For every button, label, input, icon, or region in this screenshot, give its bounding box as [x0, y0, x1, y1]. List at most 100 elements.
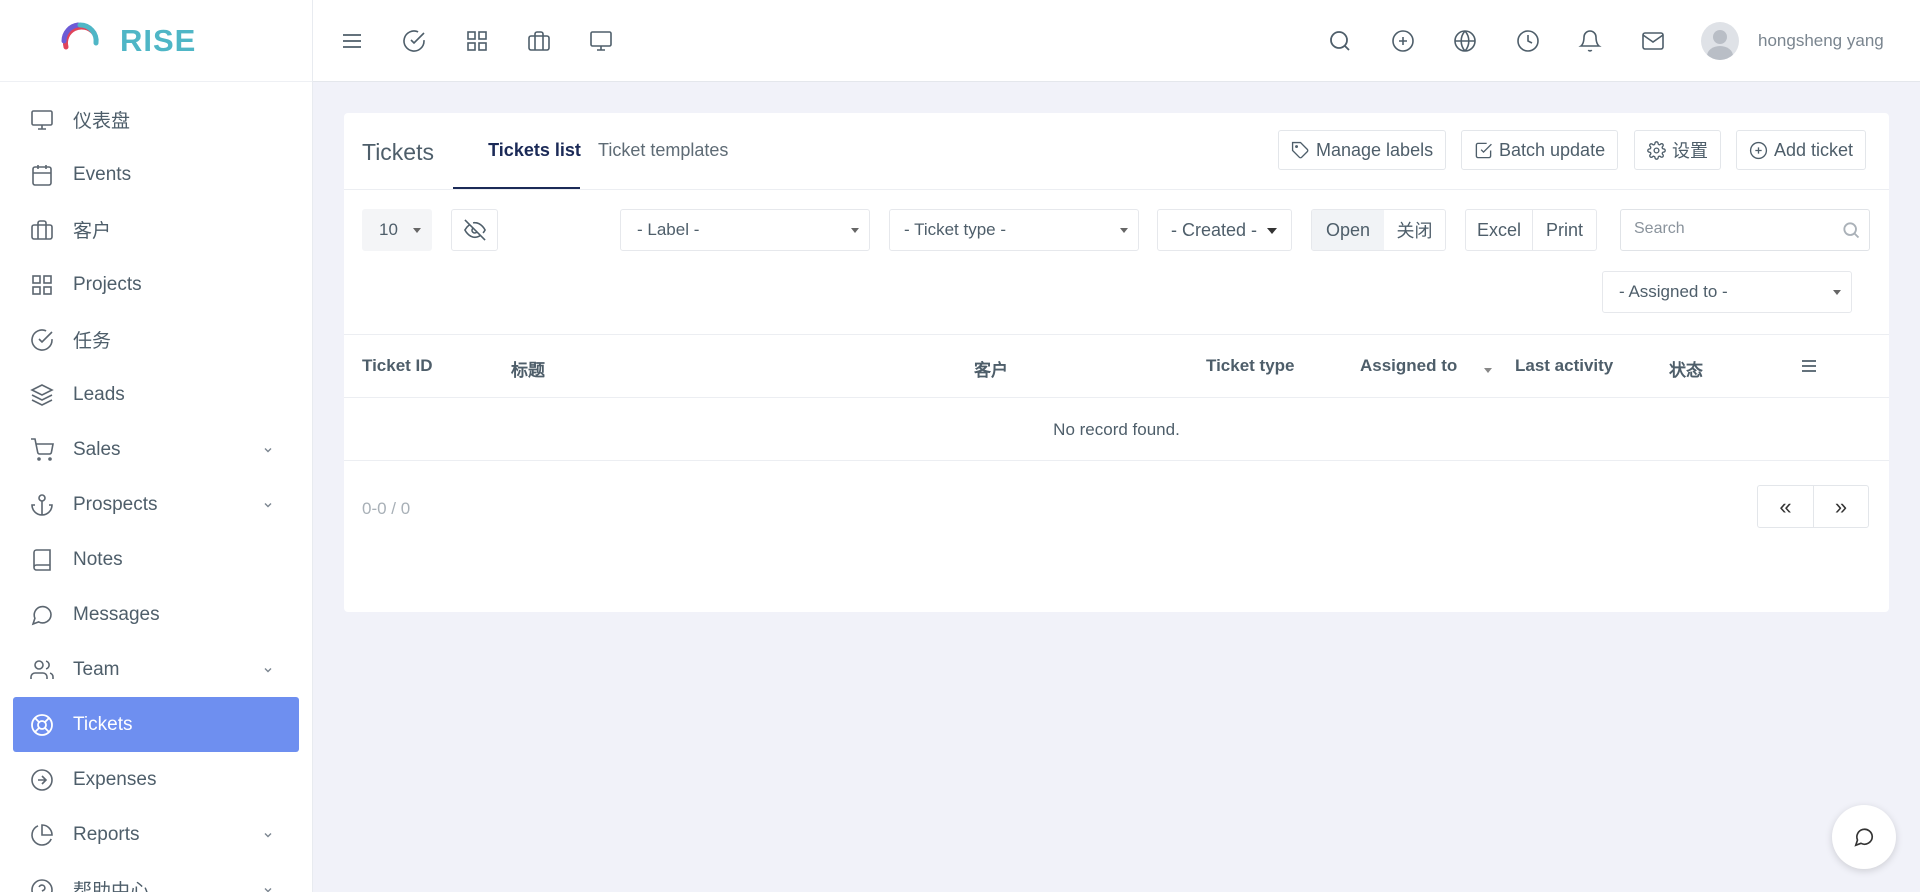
sidebar-item-reports[interactable]: Reports	[0, 807, 312, 862]
pie-chart-icon	[31, 823, 53, 846]
column-header-status[interactable]: 状态	[1669, 356, 1703, 381]
ticket-type-filter-select[interactable]: - Ticket type -	[889, 209, 1139, 251]
sidebar-item-team[interactable]: Team	[0, 642, 312, 697]
grid-icon[interactable]	[465, 29, 489, 53]
sidebar-item-label: Leads	[73, 383, 125, 405]
sidebar-item-label: Prospects	[73, 493, 158, 515]
sidebar-item-events[interactable]: Events	[0, 147, 312, 202]
sidebar-item-sales[interactable]: Sales	[0, 422, 312, 477]
column-header-client[interactable]: 客户	[974, 356, 1008, 381]
tab-ticket-templates[interactable]: Ticket templates	[598, 140, 728, 161]
sidebar-item-help[interactable]: 帮助中心	[0, 862, 312, 892]
chevron-down-icon	[264, 888, 272, 892]
status-closed-button[interactable]: 关闭	[1384, 210, 1445, 250]
caret-down-icon	[1120, 228, 1128, 233]
column-header-ticket-type[interactable]: Ticket type	[1206, 356, 1295, 376]
created-filter-dropdown[interactable]: - Created -	[1157, 209, 1292, 251]
globe-icon[interactable]	[1453, 29, 1477, 53]
tickets-card: Tickets Tickets list Ticket templates Ma…	[344, 113, 1889, 612]
avatar	[1701, 22, 1739, 60]
page-title: Tickets	[362, 139, 434, 165]
brand[interactable]: RISE	[0, 0, 312, 82]
card-header: Tickets Tickets list Ticket templates Ma…	[344, 113, 1889, 190]
briefcase-icon[interactable]	[527, 29, 551, 53]
user-menu[interactable]: hongsheng yang	[1701, 22, 1884, 60]
sidebar-item-label: Messages	[73, 603, 160, 625]
export-buttons: Excel Print	[1465, 209, 1597, 251]
gear-icon	[1647, 140, 1666, 160]
status-toggle: Open 关闭	[1311, 209, 1446, 251]
chat-button[interactable]	[1832, 805, 1896, 869]
previous-page-button[interactable]: «	[1758, 486, 1813, 527]
chevron-down-icon	[264, 668, 272, 673]
search-icon[interactable]	[1328, 29, 1352, 53]
tag-icon	[1291, 141, 1309, 158]
user-name: hongsheng yang	[1758, 31, 1884, 50]
caret-down-icon	[1267, 228, 1277, 234]
sidebar-item-tickets[interactable]: Tickets	[13, 697, 299, 752]
add-ticket-button[interactable]: Add ticket	[1736, 130, 1867, 170]
clock-icon[interactable]	[1516, 29, 1540, 53]
check-circle-icon	[31, 328, 53, 351]
sidebar-item-expenses[interactable]: Expenses	[0, 752, 312, 807]
batch-update-button[interactable]: Batch update	[1461, 130, 1619, 170]
sidebar-item-clients[interactable]: 客户	[0, 202, 312, 257]
monitor-icon[interactable]	[589, 29, 613, 53]
manage-labels-button[interactable]: Manage labels	[1278, 130, 1447, 170]
sidebar-item-label: Reports	[73, 823, 140, 845]
mail-icon[interactable]	[1641, 29, 1665, 53]
check-circle-icon[interactable]	[402, 29, 426, 53]
page-size-select[interactable]: 10	[362, 209, 432, 251]
sidebar-item-tasks[interactable]: 任务	[0, 312, 312, 367]
column-header-title[interactable]: 标题	[511, 356, 545, 381]
sidebar-item-projects[interactable]: Projects	[0, 257, 312, 312]
list-options-icon[interactable]	[1800, 357, 1818, 375]
sidebar-item-dashboard[interactable]: 仪表盘	[0, 92, 312, 147]
cart-icon	[31, 437, 54, 461]
sidebar-item-notes[interactable]: Notes	[0, 532, 312, 587]
status-open-button[interactable]: Open	[1312, 210, 1384, 250]
bell-icon[interactable]	[1578, 29, 1602, 53]
search-field	[1620, 209, 1870, 251]
print-button[interactable]: Print	[1533, 210, 1596, 250]
tab-tickets-list[interactable]: Tickets list	[471, 140, 598, 161]
sidebar-item-label: Events	[73, 163, 132, 185]
book-icon	[33, 548, 51, 571]
settings-button[interactable]: 设置	[1634, 130, 1721, 170]
arrow-circle-icon	[31, 768, 53, 791]
label-filter-select[interactable]: - Label -	[620, 209, 870, 251]
sidebar-item-messages[interactable]: Messages	[0, 587, 312, 642]
layers-icon	[30, 383, 54, 406]
sidebar-item-leads[interactable]: Leads	[0, 367, 312, 422]
column-header-ticket-id[interactable]: Ticket ID	[362, 356, 433, 376]
chevron-down-icon	[264, 833, 272, 838]
message-icon	[31, 605, 52, 625]
column-visibility-button[interactable]	[451, 209, 498, 251]
sidebar-item-label: 客户	[73, 221, 112, 242]
sidebar-menu: 仪表盘 Events 客户 Projects 任务 Leads Sales Pr…	[0, 82, 312, 892]
grid-icon	[32, 274, 52, 295]
excel-button[interactable]: Excel	[1466, 210, 1533, 250]
chat-bubble-icon	[1854, 828, 1874, 847]
assigned-to-filter-select[interactable]: - Assigned to -	[1602, 271, 1852, 313]
menu-icon[interactable]	[340, 29, 364, 53]
chevron-down-icon	[264, 503, 272, 508]
search-icon	[1843, 222, 1860, 239]
help-icon	[31, 878, 53, 892]
column-header-assigned-to[interactable]: Assigned to	[1360, 356, 1457, 376]
column-header-last-activity[interactable]: Last activity	[1515, 356, 1613, 376]
sidebar-item-label: Projects	[73, 273, 142, 295]
sidebar-item-prospects[interactable]: Prospects	[0, 477, 312, 532]
page-size-value: 10	[379, 220, 398, 239]
eye-off-icon	[463, 219, 486, 241]
sidebar-item-label: Team	[73, 658, 120, 680]
sidebar: RISE 仪表盘 Events 客户 Projects 任务 Leads Sal…	[0, 0, 313, 892]
rise-logo-icon	[61, 21, 99, 56]
brand-name: RISE	[120, 22, 197, 58]
next-page-button[interactable]: »	[1813, 486, 1868, 527]
search-input[interactable]	[1634, 210, 1844, 248]
add-ticket-label: Add ticket	[1774, 139, 1854, 160]
users-icon	[30, 659, 54, 679]
caret-down-icon	[413, 228, 421, 233]
plus-circle-icon[interactable]	[1391, 29, 1415, 53]
